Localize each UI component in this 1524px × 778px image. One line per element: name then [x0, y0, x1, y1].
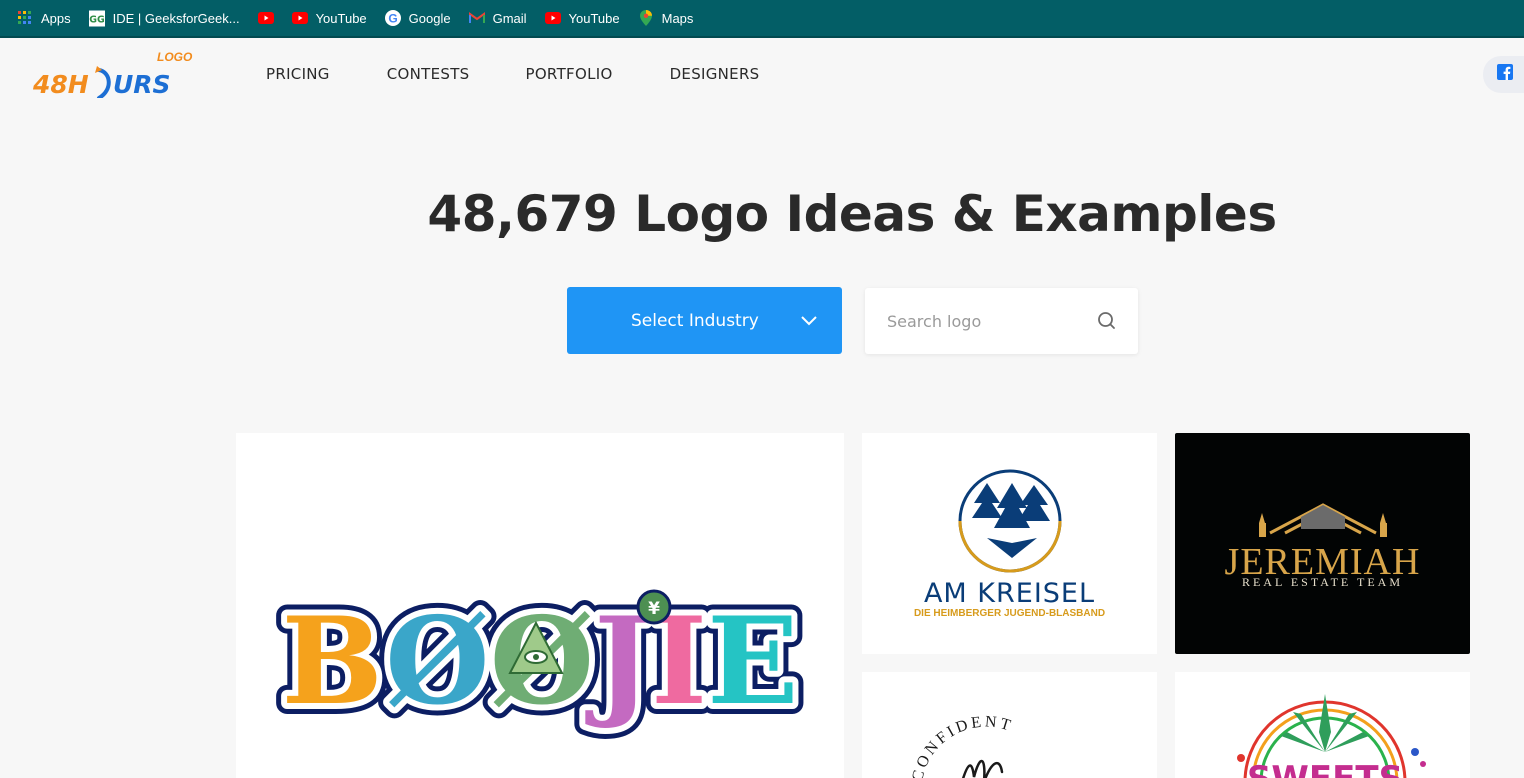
- geeksforgeeks-icon: GG: [88, 10, 105, 26]
- svg-text:CONFIDENT: CONFIDENT: [909, 713, 1015, 778]
- bookmark-maps[interactable]: Maps: [638, 10, 694, 26]
- svg-text:GG: GG: [89, 14, 105, 25]
- search-logo-box: [865, 288, 1138, 354]
- search-logo-input[interactable]: [865, 288, 1085, 354]
- facebook-login-button[interactable]: [1483, 56, 1524, 93]
- jeremiah-house-emblem: [1259, 503, 1387, 537]
- jeremiah-subtitle: REAL ESTATE TEAM: [1241, 575, 1404, 589]
- bookmark-label: IDE | GeeksforGeek...: [112, 10, 240, 26]
- bookmarks-bar: Apps GG IDE | GeeksforGeek... YouTube G …: [0, 0, 1524, 38]
- svg-text:48H: 48H: [33, 70, 89, 98]
- maps-icon: [638, 10, 654, 26]
- select-industry-label: Select Industry: [631, 310, 759, 331]
- site-logo[interactable]: LOGO 48H URS: [32, 48, 203, 100]
- am-kreisel-title: AM KREISEL: [923, 578, 1096, 609]
- youtube-icon: [291, 10, 308, 26]
- nav-pricing[interactable]: PRICING: [266, 65, 330, 83]
- bookmark-google[interactable]: G Google: [384, 10, 451, 26]
- logo-tag-text: LOGO: [157, 50, 193, 64]
- svg-text:¥: ¥: [648, 599, 660, 619]
- bookmark-label: YouTube: [568, 10, 620, 26]
- select-industry-dropdown[interactable]: Select Industry: [567, 287, 842, 354]
- bookmark-label: Google: [408, 10, 451, 26]
- nav-portfolio[interactable]: PORTFOLIO: [525, 65, 612, 83]
- logo-card-am-kreisel[interactable]: AM KREISEL DIE HEIMBERGER JUGEND-BLASBAN…: [862, 433, 1157, 654]
- confident-logo-image: CONFIDENT: [909, 713, 1015, 778]
- bookmark-label: Gmail: [492, 10, 527, 26]
- bookmark-geeksforgeeks[interactable]: GG IDE | GeeksforGeek...: [88, 10, 240, 26]
- youtube-icon: [544, 10, 561, 26]
- site-header: LOGO 48H URS PRICING CONTESTS PORTFOLIO …: [0, 40, 1524, 110]
- am-kreisel-emblem: [958, 469, 1062, 573]
- bookmark-youtube-3[interactable]: YouTube: [544, 10, 620, 26]
- bookmark-label: Maps: [661, 10, 694, 26]
- svg-text:G: G: [388, 12, 397, 26]
- main-nav: PRICING CONTESTS PORTFOLIO DESIGNERS: [266, 65, 817, 83]
- google-icon: G: [384, 10, 401, 26]
- youtube-icon: [257, 10, 274, 26]
- bookmark-label: Apps: [41, 10, 71, 26]
- am-kreisel-subtitle: DIE HEIMBERGER JUGEND-BLASBAND: [913, 608, 1106, 619]
- logo-card-confident[interactable]: CONFIDENT: [862, 672, 1157, 778]
- chevron-down-icon: [800, 312, 818, 332]
- nav-contests[interactable]: CONTESTS: [387, 65, 470, 83]
- nav-designers[interactable]: DESIGNERS: [670, 65, 760, 83]
- bookmark-apps[interactable]: Apps: [17, 10, 71, 26]
- apps-grid-icon: [17, 10, 33, 26]
- bookmark-youtube-2[interactable]: YouTube: [291, 10, 367, 26]
- svg-text:SWEETS: SWEETS: [1247, 759, 1403, 778]
- gmail-icon: [468, 10, 485, 26]
- search-icon[interactable]: [1097, 311, 1117, 336]
- logo-card-boojie[interactable]: BØØJIE BØØJIE BØØJIE ¥: [236, 433, 844, 778]
- bookmark-youtube-1[interactable]: [257, 10, 274, 26]
- bookmark-label: YouTube: [315, 10, 367, 26]
- page-title: 48,679 Logo Ideas & Examples: [427, 185, 1277, 243]
- facebook-icon: [1497, 64, 1513, 85]
- logo-card-sweets[interactable]: SWEETS: [1175, 672, 1470, 778]
- svg-text:URS: URS: [113, 70, 171, 98]
- logo-card-jeremiah[interactable]: JEREMIAH REAL ESTATE TEAM: [1175, 433, 1470, 654]
- boojie-logo-image: BØØJIE BØØJIE BØØJIE ¥: [270, 580, 809, 743]
- bookmark-gmail[interactable]: Gmail: [468, 10, 527, 26]
- sweets-logo-image: SWEETS: [1237, 694, 1426, 778]
